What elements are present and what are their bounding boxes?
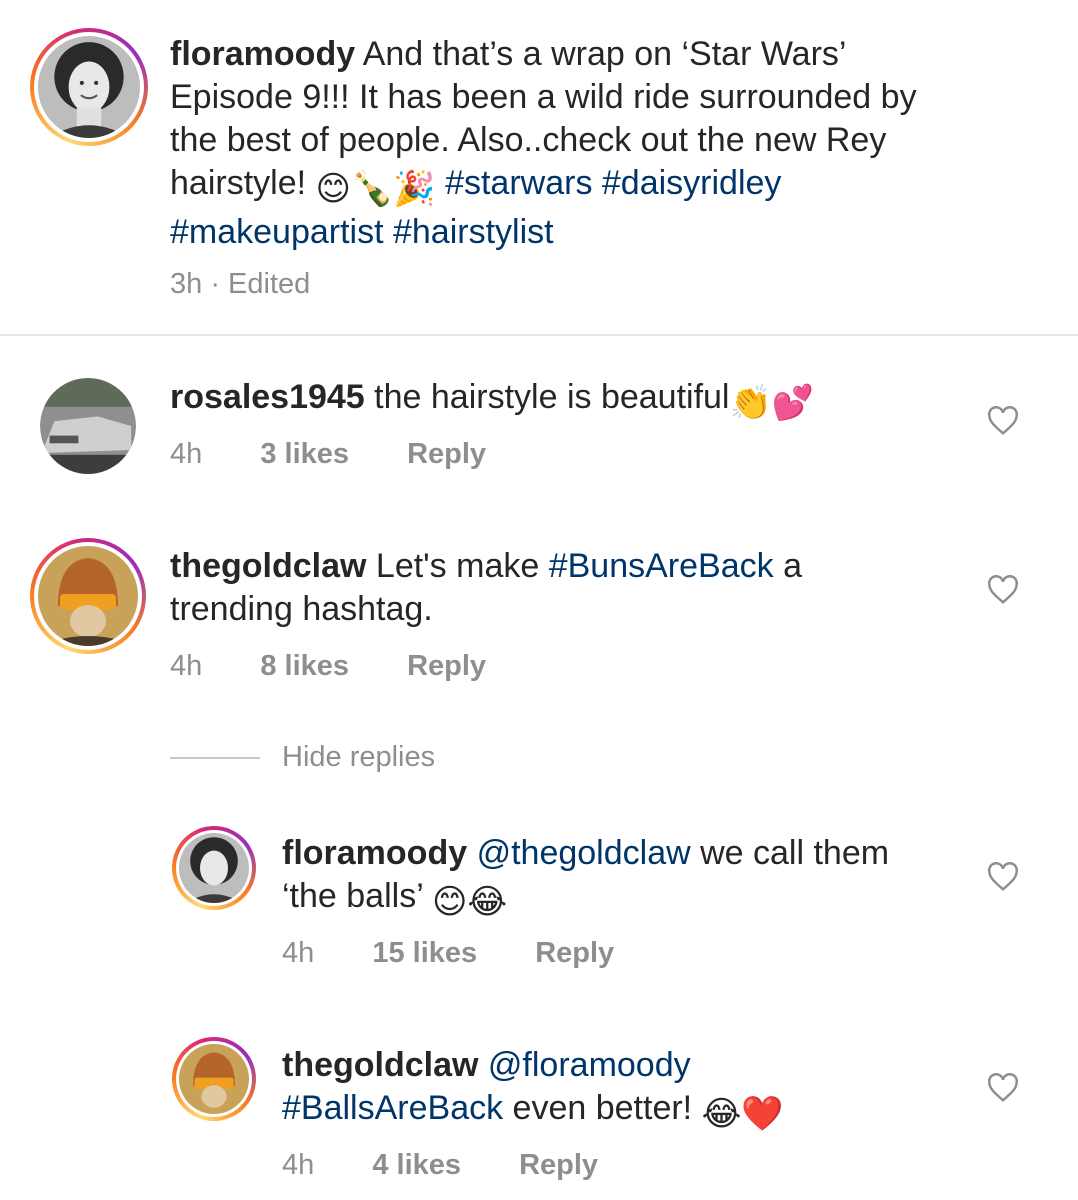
reply-body: even better! [503, 1089, 702, 1127]
reply-button[interactable]: Reply [407, 438, 486, 470]
caption-text: floramoody And that’s a wrap on ‘Star Wa… [170, 33, 950, 254]
caption-edited: Edited [228, 268, 311, 300]
comment-likes[interactable]: 3 likes [260, 438, 349, 470]
comment-avatar[interactable] [40, 378, 136, 474]
reply-likes[interactable]: 4 likes [372, 1149, 461, 1181]
reply-text: thegoldclaw @floramoody #BallsAreBack ev… [282, 1044, 942, 1136]
reply-hashtag[interactable]: #BallsAreBack [282, 1089, 503, 1127]
comment-username[interactable]: thegoldclaw [170, 547, 366, 585]
caption-username[interactable]: floramoody [170, 35, 355, 73]
woman-portrait-icon [38, 36, 140, 138]
reply-button[interactable]: Reply [519, 1149, 598, 1181]
like-heart-icon[interactable] [986, 1073, 1020, 1103]
reply-button[interactable]: Reply [407, 650, 486, 682]
divider [0, 334, 1078, 336]
reply-avatar[interactable] [172, 1037, 256, 1121]
caption-avatar[interactable] [30, 28, 148, 146]
reply-avatar[interactable] [172, 826, 256, 910]
comment-text: thegoldclaw Let's make #BunsAreBack a tr… [170, 545, 930, 631]
like-heart-icon[interactable] [986, 862, 1020, 892]
reply-time: 4h [282, 1149, 315, 1181]
hide-replies-button[interactable]: Hide replies [282, 740, 435, 774]
comment-meta: 4h 8 likes Reply [170, 649, 486, 683]
comment-likes[interactable]: 8 likes [260, 650, 349, 682]
caption-time: 3h [170, 268, 203, 300]
comment-time: 4h [170, 650, 203, 682]
reply-button[interactable]: Reply [535, 937, 614, 969]
reply-text: floramoody @thegoldclaw we call them ‘th… [282, 832, 942, 924]
comment-body: the hairstyle is beautiful [364, 378, 730, 416]
reply-username[interactable]: thegoldclaw [282, 1046, 478, 1084]
pilot-helmet-art-icon [38, 546, 138, 646]
comment-hashtag[interactable]: #BunsAreBack [549, 547, 774, 585]
like-heart-icon[interactable] [986, 406, 1020, 436]
celebration-emoji-icon: 😊🍾🎉 [315, 170, 436, 208]
clap-heart-emoji-icon: 👏💕 [729, 384, 815, 422]
car-photo-icon [40, 378, 136, 474]
woman-portrait-icon [179, 833, 249, 903]
comment-username[interactable]: rosales1945 [170, 378, 365, 416]
like-heart-icon[interactable] [986, 575, 1020, 605]
comment-time: 4h [170, 438, 203, 470]
reply-likes[interactable]: 15 likes [372, 937, 477, 969]
reply-time: 4h [282, 937, 315, 969]
reply-meta: 4h 15 likes Reply [282, 936, 614, 970]
comment-body-a: Let's make [366, 547, 549, 585]
comment-text: rosales1945 the hairstyle is beautiful👏💕 [170, 376, 950, 425]
comment-meta: 4h 3 likes Reply [170, 437, 486, 471]
reply-mention[interactable]: @floramoody [488, 1046, 691, 1084]
pilot-helmet-art-icon [179, 1044, 249, 1114]
replies-divider [170, 757, 260, 759]
smile-laugh-emoji-icon: 😊😂 [431, 883, 508, 921]
caption-meta: 3h · Edited [170, 268, 311, 300]
reply-username[interactable]: floramoody [282, 834, 467, 872]
comment-avatar[interactable] [30, 538, 146, 654]
reply-mention[interactable]: @thegoldclaw [477, 834, 691, 872]
laugh-heart-emoji-icon: 😂❤️ [701, 1095, 784, 1133]
reply-meta: 4h 4 likes Reply [282, 1148, 598, 1182]
